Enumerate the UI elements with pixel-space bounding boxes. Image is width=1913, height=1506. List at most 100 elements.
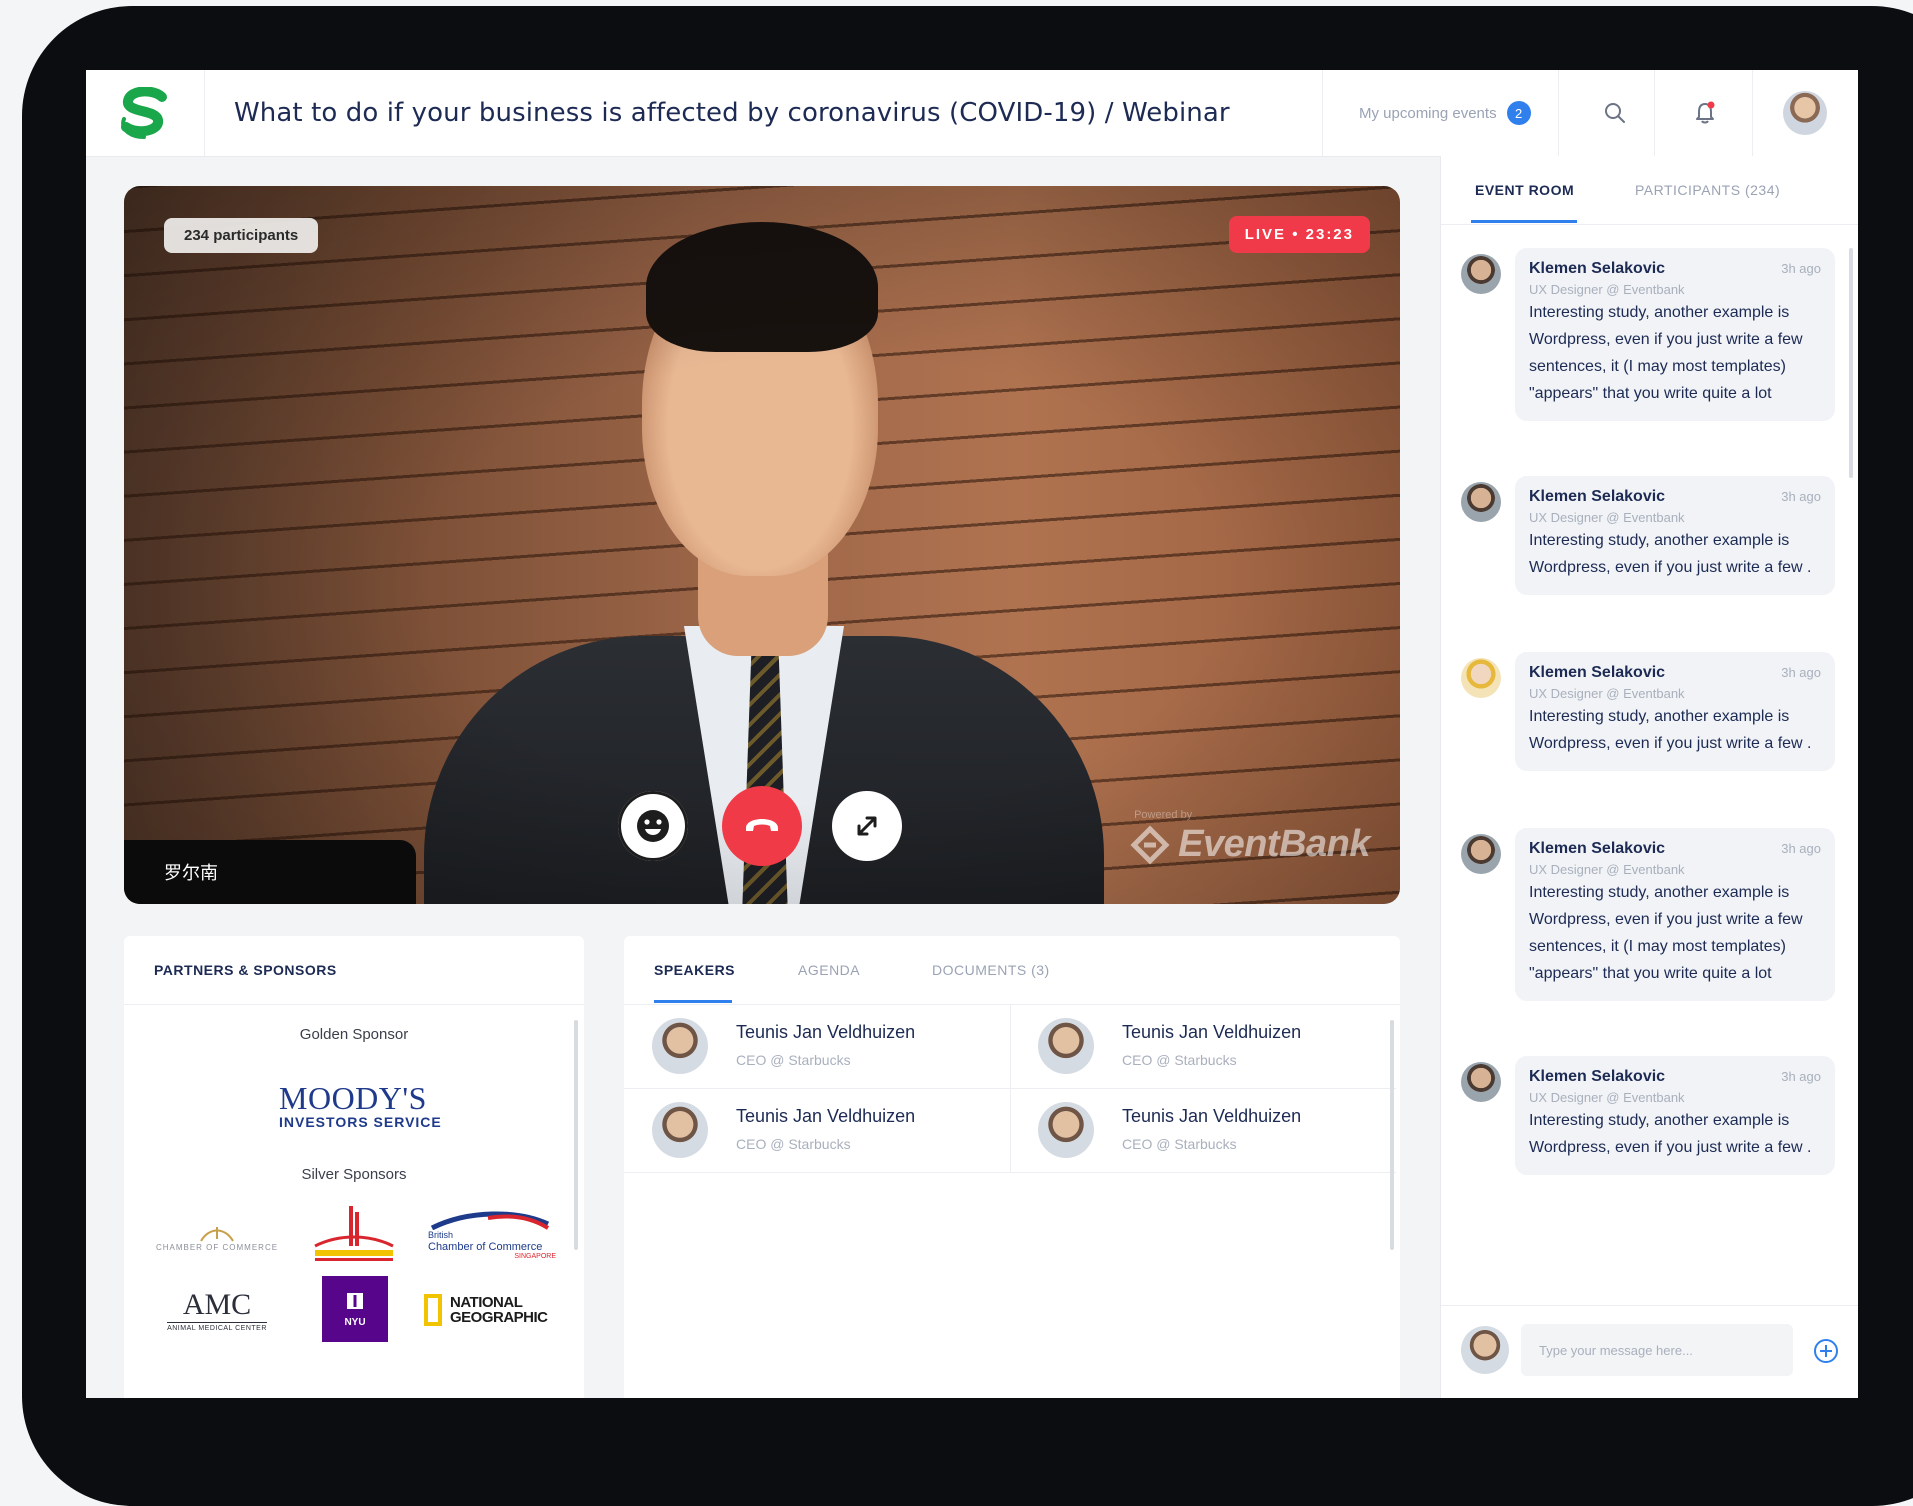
chamber-logo-text: CHAMBER OF COMMERCE (155, 1242, 279, 1252)
moodys-logo[interactable]: MOODY'S INVESTORS SERVICE (279, 1082, 442, 1130)
hang-up-button[interactable] (722, 786, 802, 866)
amc-logo[interactable]: AMC ANIMAL MEDICAL CENTER (154, 1280, 280, 1342)
bell-icon (1696, 101, 1715, 124)
header-divider (1654, 70, 1655, 156)
message-author: Klemen Selakovic (1529, 840, 1666, 857)
amc-subtitle: ANIMAL MEDICAL CENTER (167, 1322, 267, 1332)
speaker-card[interactable]: Teunis Jan Veldhuizen CEO @ Starbucks (624, 1088, 1011, 1173)
message-bubble: Klemen Selakovic 3h ago UX Designer @ Ev… (1515, 652, 1835, 771)
user-avatar[interactable] (1783, 91, 1827, 135)
tab-speakers[interactable]: SPEAKERS (654, 962, 735, 978)
british-chamber-swoosh-icon (430, 1211, 550, 1230)
message-time: 3h ago (1781, 489, 1821, 504)
current-user-avatar (1461, 1326, 1509, 1374)
chamber-logo[interactable]: CHAMBER OF COMMERCE (154, 1208, 280, 1268)
message-text: Interesting study, another example is Wo… (1529, 532, 1812, 576)
british-chamber-line-2: Chamber of Commerce (428, 1241, 543, 1253)
speaker-role: CEO @ Starbucks (1122, 1052, 1237, 1068)
message-avatar (1461, 254, 1501, 294)
search-button[interactable] (1596, 94, 1634, 132)
speaker-card[interactable]: Teunis Jan Veldhuizen CEO @ Starbucks (624, 1004, 1011, 1089)
speaker-avatar (652, 1018, 708, 1074)
chat-scrollbar[interactable] (1849, 248, 1853, 478)
speaker-name-text: 罗尔南 (164, 863, 218, 883)
message-bubble: Klemen Selakovic 3h ago UX Designer @ Ev… (1515, 476, 1835, 595)
chat-composer (1441, 1305, 1858, 1398)
moodys-subtitle: INVESTORS SERVICE (279, 1114, 442, 1130)
message-time: 3h ago (1781, 841, 1821, 856)
active-tab-indicator (654, 1000, 732, 1003)
reaction-button[interactable] (618, 791, 688, 861)
brand-logo-icon (121, 87, 167, 139)
header-divider (1558, 70, 1559, 156)
message-author: Klemen Selakovic (1529, 1068, 1666, 1085)
speaker-role: CEO @ Starbucks (736, 1052, 851, 1068)
upcoming-events-link[interactable]: My upcoming events 2 (1359, 101, 1531, 125)
golden-sponsor-label: Golden Sponsor (299, 1026, 409, 1043)
message-time: 3h ago (1781, 1069, 1821, 1084)
speaker-name-label: 罗尔南 (124, 840, 416, 904)
silver-sponsors-label: Silver Sponsors (301, 1166, 407, 1183)
active-tab-indicator (1471, 220, 1577, 223)
message-time: 3h ago (1781, 665, 1821, 680)
video-stage: 234 participants LIVE • 23:23 罗尔南 Powere… (124, 186, 1400, 904)
tab-participants[interactable]: PARTICIPANTS (234) (1635, 182, 1780, 198)
eventbank-watermark: EventBank (1130, 823, 1370, 866)
message-author: Klemen Selakovic (1529, 488, 1666, 505)
tab-agenda[interactable]: AGENDA (798, 962, 860, 978)
natgeo-line-2: GEOGRAPHIC (450, 1309, 548, 1326)
message-text: Interesting study, another example is Wo… (1529, 304, 1803, 402)
singapore-chamber-emblem-icon (314, 1206, 394, 1261)
british-chamber-line-3: SINGAPORE (514, 1253, 556, 1260)
sponsors-heading: PARTNERS & SPONSORS (124, 936, 584, 1005)
speaker-name: Teunis Jan Veldhuizen (736, 1022, 916, 1042)
smiley-icon (637, 810, 669, 842)
eventbank-brand-text: EventBank (1178, 823, 1370, 865)
message-time: 3h ago (1781, 261, 1821, 276)
nyu-logo[interactable]: NYU (322, 1276, 388, 1342)
speaker-name: Teunis Jan Veldhuizen (736, 1106, 916, 1126)
speaker-card[interactable]: Teunis Jan Veldhuizen CEO @ Starbucks (1010, 1004, 1396, 1089)
message-text: Interesting study, another example is Wo… (1529, 1112, 1812, 1156)
speaker-card[interactable]: Teunis Jan Veldhuizen CEO @ Starbucks (1010, 1088, 1396, 1173)
header-divider (1752, 70, 1753, 156)
speaker-name: Teunis Jan Veldhuizen (1122, 1106, 1302, 1126)
add-attachment-icon[interactable] (1813, 1338, 1839, 1364)
message-avatar (1461, 658, 1501, 698)
message-author-role: UX Designer @ Eventbank (1529, 686, 1685, 701)
upcoming-events-label: My upcoming events (1359, 104, 1497, 122)
message-author-role: UX Designer @ Eventbank (1529, 282, 1685, 297)
powered-by-label: Powered by (1134, 809, 1193, 821)
partners-sponsors-panel: PARTNERS & SPONSORS Golden Sponsor MOODY… (124, 936, 584, 1398)
upcoming-events-badge: 2 (1506, 101, 1531, 125)
notifications-button[interactable] (1686, 94, 1724, 132)
participant-count-badge: 234 participants (164, 218, 319, 253)
logo[interactable] (86, 70, 205, 156)
tab-documents[interactable]: DOCUMENTS (3) (932, 962, 1050, 978)
top-bar: What to do if your business is affected … (86, 70, 1858, 157)
chat-tabs: EVENT ROOM PARTICIPANTS (234) (1441, 156, 1858, 225)
message-bubble: Klemen Selakovic 3h ago UX Designer @ Ev… (1515, 248, 1835, 421)
message-author: Klemen Selakovic (1529, 664, 1666, 681)
message-avatar (1461, 482, 1501, 522)
powered-by-watermark: Powered by EventBank (1130, 809, 1370, 866)
nyu-torch-icon (347, 1292, 363, 1309)
search-icon (1605, 103, 1625, 123)
tab-event-room[interactable]: EVENT ROOM (1475, 182, 1574, 198)
sponsors-scrollbar[interactable] (574, 1020, 578, 1250)
live-timer-badge: LIVE • 23:23 (1228, 216, 1370, 253)
speakers-scrollbar[interactable] (1390, 1020, 1394, 1250)
expand-icon (857, 816, 877, 836)
message-avatar (1461, 834, 1501, 874)
national-geographic-logo[interactable]: NATIONAL GEOGRAPHIC (424, 1282, 564, 1338)
singapore-chamber-logo[interactable] (306, 1202, 402, 1268)
amc-wordmark: AMC (182, 1288, 252, 1321)
natgeo-frame-icon (424, 1294, 442, 1326)
british-chamber-logo[interactable]: British Chamber of Commerce SINGAPORE (428, 1202, 556, 1268)
message-bubble: Klemen Selakovic 3h ago UX Designer @ Ev… (1515, 1056, 1835, 1175)
chat-panel: EVENT ROOM PARTICIPANTS (234) Klemen Sel… (1440, 156, 1858, 1398)
speaker-avatar (1038, 1102, 1094, 1158)
eventbank-logo-icon (1130, 824, 1170, 865)
chat-message-input[interactable] (1521, 1324, 1793, 1376)
fullscreen-button[interactable] (832, 791, 902, 861)
